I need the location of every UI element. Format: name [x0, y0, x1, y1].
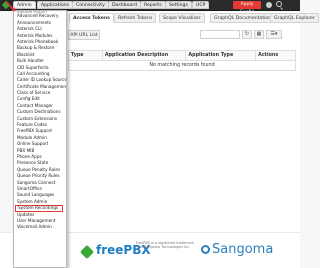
freepbx-mark-icon: [79, 244, 95, 260]
tab-scope-visualizer[interactable]: Scope Visualizer: [159, 13, 205, 23]
column-header-actions[interactable]: Actions: [255, 50, 296, 61]
table-row: No matching records found: [68, 60, 296, 71]
table-header-row: Type Application Description Application…: [68, 50, 296, 61]
tab-refresh-tokens[interactable]: Refresh Tokens: [114, 13, 157, 23]
nav-tab-dashboard[interactable]: Dashboard: [108, 1, 141, 9]
sangoma-mark-icon: [201, 245, 210, 254]
nav-tab-applications[interactable]: Applications: [37, 1, 74, 9]
table-search-input[interactable]: [200, 30, 240, 39]
column-header-application-description[interactable]: Application Description: [101, 50, 187, 61]
tab-graphql-documentation[interactable]: GraphQL Documentation: [210, 13, 276, 23]
column-header-application-type[interactable]: Application Type: [185, 50, 257, 61]
api-main-panel: [67, 12, 300, 232]
menu-item-voicemail-admin[interactable]: Voicemail Admin: [14, 224, 66, 230]
tab-graphql-explorer[interactable]: GraphQL Explorer: [270, 13, 319, 23]
footer-copyright: FreePBX is a registered trademark of San…: [135, 241, 194, 250]
toggle-view-icon[interactable]: ▦: [254, 30, 264, 39]
tab-access-tokens[interactable]: Access Tokens: [69, 13, 114, 23]
nav-tab-settings[interactable]: Settings: [165, 1, 192, 9]
admin-dropdown-menu: Module Admin Advanced Recovery Announcem…: [13, 10, 67, 268]
annotation-arrow-icon: [5, 1, 16, 12]
refresh-icon[interactable]: ↻: [242, 30, 252, 39]
apply-config-button[interactable]: Apply Config: [233, 1, 261, 15]
sangoma-logo: Sangoma: [212, 242, 274, 257]
menu-item-queue-priority-rules[interactable]: Queue Priority Rules: [14, 173, 66, 179]
columns-dropdown-icon[interactable]: ☰▾: [266, 30, 282, 39]
column-header-type[interactable]: Type: [68, 50, 103, 61]
no-records-message: No matching records found: [68, 60, 296, 71]
menu-item-caller-id-lookup-sources[interactable]: Caller ID Lookup Sources: [14, 77, 66, 83]
nav-tab-ucp[interactable]: UCP: [192, 1, 210, 9]
nav-tab-reports[interactable]: Reports: [140, 1, 166, 9]
api-applications-table: Type Application Description Application…: [68, 50, 296, 71]
search-icon[interactable]: [276, 1, 282, 7]
nav-tab-connectivity[interactable]: Connectivity: [72, 1, 109, 9]
menu-item-advanced-recovery[interactable]: Advanced Recovery: [14, 13, 66, 19]
menu-item-custom-destinations[interactable]: Custom Destinations: [14, 109, 66, 115]
api-url-list-button[interactable]: API URL List: [68, 30, 100, 40]
user-icon[interactable]: [266, 2, 272, 8]
